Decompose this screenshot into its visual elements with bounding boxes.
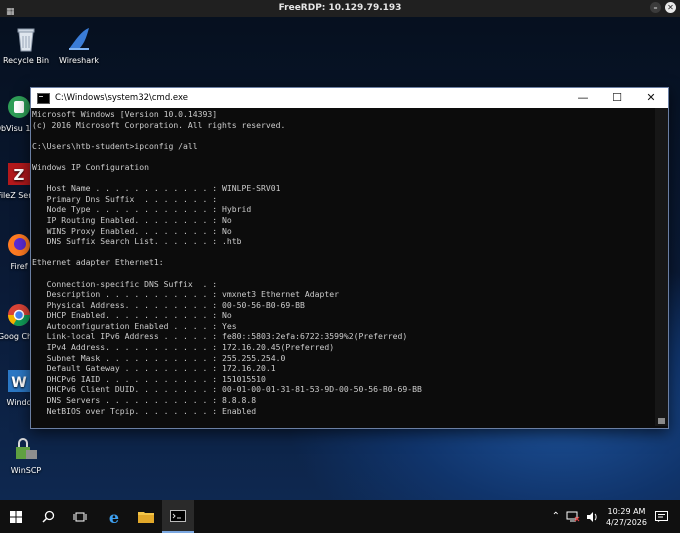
cmd-scrollbar-thumb[interactable] — [658, 418, 665, 424]
rdp-title: FreeRDP: 10.129.79.193 — [278, 3, 402, 13]
console-line: DHCP Enabled. . . . . . . . . . . : No — [32, 310, 232, 321]
console-line: Link-local IPv6 Address . . . . . : fe80… — [32, 331, 408, 342]
cmd-icon — [170, 509, 186, 522]
console-line: Ethernet adapter Ethernet1: — [32, 257, 164, 268]
taskbar-internet-explorer[interactable]: e — [98, 500, 130, 533]
taskbar-clock[interactable]: 10:29 AM 4/27/2026 — [606, 506, 647, 528]
dbvisualizer-icon — [8, 96, 30, 118]
desktop-icon-label: WinSCP — [10, 466, 42, 475]
windows-app-icon: W — [8, 370, 30, 392]
start-icon — [10, 510, 22, 523]
console-line: DHCPv6 Client DUID. . . . . . . . : 00-0… — [32, 384, 422, 395]
notifications-icon[interactable] — [655, 510, 668, 523]
console-line: DNS Servers . . . . . . . . . . . : 8.8.… — [32, 395, 257, 406]
cmd-output[interactable]: Microsoft Windows [Version 10.0.14393] (… — [31, 108, 668, 426]
desktop-icon-label: Firef — [10, 262, 28, 271]
cmd-window-icon — [37, 92, 50, 104]
system-tray: ⌃ 10:29 AM 4/27/2026 — [552, 500, 680, 533]
internet-explorer-icon: e — [109, 509, 119, 525]
console-line: DNS Suffix Search List. . . . . . : .htb — [32, 236, 242, 247]
console-line: (c) 2016 Microsoft Corporation. All righ… — [32, 119, 286, 130]
cmd-title-bar[interactable]: C:\Windows\system32\cmd.exe — ☐ ✕ — [31, 88, 668, 108]
file-explorer-icon — [138, 512, 154, 523]
rdp-title-bar: ▦ FreeRDP: 10.129.79.193 – ✕ — [0, 0, 680, 17]
rdp-window-controls: – ✕ — [650, 2, 676, 13]
recycle-bin-icon — [17, 28, 35, 52]
rdp-minimize-button[interactable]: – — [650, 2, 661, 13]
cmd-close-button[interactable]: ✕ — [634, 88, 668, 108]
desktop-icon-winscp[interactable]: WinSCP — [0, 435, 55, 475]
show-hidden-icons-button[interactable]: ⌃ — [552, 511, 560, 522]
cmd-maximize-button[interactable]: ☐ — [600, 88, 634, 108]
console-line: Microsoft Windows [Version 10.0.14393] — [32, 109, 218, 119]
cmd-scrollbar[interactable] — [655, 108, 668, 426]
task-view-button[interactable] — [64, 500, 96, 533]
svg-text:e: e — [109, 509, 119, 525]
svg-text:W: W — [11, 375, 26, 391]
console-line: Description . . . . . . . . . . . : vmxn… — [32, 289, 339, 300]
clock-time: 10:29 AM — [607, 506, 646, 516]
desktop-icon-label: Windo — [6, 398, 32, 407]
chrome-icon — [8, 304, 30, 326]
network-icon[interactable] — [566, 511, 580, 523]
console-line: Windows IP Configuration — [32, 161, 149, 172]
console-line: C:\Users\htb-student>ipconfig /all — [32, 140, 198, 151]
start-button[interactable] — [0, 500, 32, 533]
search-icon — [41, 510, 54, 523]
console-line: Connection-specific DNS Suffix . : — [32, 278, 218, 289]
cmd-minimize-button[interactable]: — — [566, 88, 600, 108]
wireshark-icon — [69, 28, 89, 50]
winscp-icon — [16, 438, 37, 459]
console-line: Default Gateway . . . . . . . . . : 172.… — [32, 363, 276, 374]
desktop-icon-recycle-bin[interactable]: Recycle Bin — [0, 25, 55, 65]
cmd-window-title: C:\Windows\system32\cmd.exe — [55, 93, 189, 103]
taskbar-cmd[interactable] — [162, 500, 194, 533]
taskbar-file-explorer[interactable] — [130, 500, 162, 533]
console-line: Autoconfiguration Enabled . . . . : Yes — [32, 320, 237, 331]
cmd-window[interactable]: C:\Windows\system32\cmd.exe — ☐ ✕ Micros… — [30, 87, 669, 429]
console-line: IP Routing Enabled. . . . . . . . : No — [32, 214, 232, 225]
console-line: NetBIOS over Tcpip. . . . . . . . : Enab… — [32, 405, 257, 416]
console-line: IPv4 Address. . . . . . . . . . . : 172.… — [32, 342, 335, 353]
taskbar-search-button[interactable] — [32, 500, 64, 533]
console-line: Physical Address. . . . . . . . . : 00-5… — [32, 299, 305, 310]
desktop-icon-label: Wireshark — [58, 56, 100, 65]
filezilla-icon: Z — [8, 163, 30, 185]
console-line: WINS Proxy Enabled. . . . . . . . : No — [32, 225, 232, 236]
rdp-close-button[interactable]: ✕ — [665, 2, 676, 13]
task-view-icon — [73, 512, 87, 521]
volume-icon[interactable] — [586, 511, 598, 523]
desktop-icon-wireshark[interactable]: Wireshark — [50, 25, 108, 65]
console-line: Subnet Mask . . . . . . . . . . . : 255.… — [32, 352, 286, 363]
taskbar: e ⌃ 10:29 AM 4/27/2026 — [0, 500, 680, 533]
desktop: Recycle Bin Wireshark DbVisu 12.0 Z File… — [0, 17, 680, 500]
desktop-icon-label: Recycle Bin — [2, 56, 50, 65]
clock-date: 4/27/2026 — [605, 517, 647, 527]
console-line: Node Type . . . . . . . . . . . . : Hybr… — [32, 204, 252, 215]
console-line: Primary Dns Suffix . . . . . . . : — [32, 193, 218, 204]
console-line: Host Name . . . . . . . . . . . . : WINL… — [32, 183, 281, 194]
firefox-icon — [8, 234, 30, 256]
svg-text:Z: Z — [14, 166, 25, 184]
console-line: DHCPv6 IAID . . . . . . . . . . . : 1510… — [32, 373, 266, 384]
